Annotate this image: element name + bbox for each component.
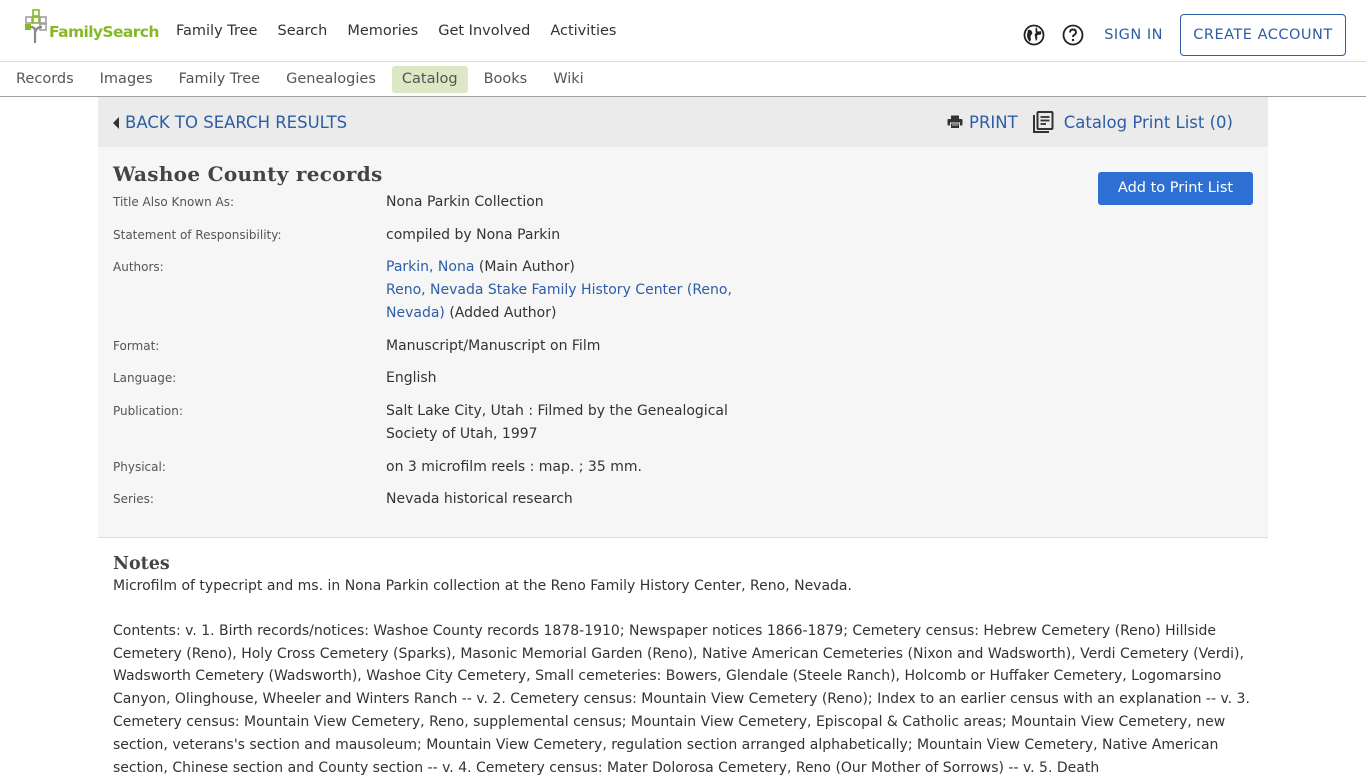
logo-text: FamilySearch (49, 23, 159, 41)
top-header: FamilySearch Family Tree Search Memories… (0, 0, 1366, 62)
print-link[interactable]: PRINT (947, 113, 1018, 132)
field-label: Physical: (113, 460, 166, 474)
subnav-images[interactable]: Images (90, 66, 163, 93)
print-label: PRINT (969, 112, 1018, 132)
field-label: Authors: (113, 260, 164, 274)
subnav-books[interactable]: Books (474, 66, 538, 93)
print-list-label: Catalog Print List (0) (1063, 112, 1233, 132)
field-value: Manuscript/Manuscript on Film (386, 338, 601, 354)
field-label: Statement of Responsibility: (113, 228, 282, 242)
notes-section: Notes Microfilm of typecript and ms. in … (98, 538, 1268, 779)
notes-paragraph: Microfilm of typecript and ms. in Nona P… (113, 578, 852, 594)
field-value: English (386, 370, 437, 386)
catalog-record: BACK TO SEARCH RESULTS PRINT Catalog Pri… (98, 97, 1268, 779)
subnav-catalog[interactable]: Catalog (391, 66, 468, 93)
nav-search[interactable]: Search (277, 23, 327, 39)
nav-memories[interactable]: Memories (347, 23, 418, 39)
field-label: Title Also Known As: (113, 195, 235, 209)
print-list-icon (1032, 111, 1054, 133)
add-to-print-list-button[interactable]: Add to Print List (1098, 172, 1253, 205)
field-label: Language: (113, 371, 177, 385)
nav-activities[interactable]: Activities (550, 23, 616, 39)
notes-contents: Contents: v. 1. Birth records/notices: W… (113, 622, 1250, 776)
field-label: Format: (113, 339, 160, 353)
familysearch-logo[interactable]: FamilySearch (24, 9, 159, 45)
subnav-family-tree[interactable]: Family Tree (169, 66, 270, 93)
help-circle-icon[interactable] (1061, 23, 1085, 47)
record-title: Washoe County records (113, 162, 383, 186)
field-value: Nona Parkin Collection (386, 194, 544, 210)
caret-left-icon (113, 116, 119, 129)
nav-family-tree[interactable]: Family Tree (176, 23, 257, 39)
subnav-wiki[interactable]: Wiki (543, 66, 593, 93)
field-value: on 3 microfilm reels : map. ; 35 mm. (386, 459, 642, 475)
author-link[interactable]: Parkin, Nona (386, 259, 474, 275)
catalog-print-list-link[interactable]: Catalog Print List (0) (1032, 111, 1233, 133)
record-toolbar: BACK TO SEARCH RESULTS PRINT Catalog Pri… (98, 97, 1268, 147)
globe-icon[interactable] (1022, 23, 1046, 47)
author-role: (Main Author) (474, 259, 575, 275)
field-label: Series: (113, 492, 154, 506)
search-subnav: Records Images Family Tree Genealogies C… (0, 62, 1366, 97)
printer-icon (947, 115, 963, 129)
create-account-button[interactable]: CREATE ACCOUNT (1180, 14, 1346, 56)
field-value: Salt Lake City, Utah : Filmed by the Gen… (386, 403, 728, 442)
field-label: Publication: (113, 404, 183, 418)
author-role: (Added Author) (444, 305, 557, 321)
subnav-records[interactable]: Records (6, 66, 84, 93)
account-nav: SIGN IN CREATE ACCOUNT (1022, 14, 1346, 56)
field-value: compiled by Nona Parkin (386, 227, 561, 243)
back-to-search-results-link[interactable]: BACK TO SEARCH RESULTS (113, 113, 347, 132)
subnav-genealogies[interactable]: Genealogies (276, 66, 386, 93)
record-details: Washoe County records Add to Print List … (98, 147, 1268, 538)
authors-list: Parkin, Nona (Main Author) Reno, Nevada … (386, 256, 746, 325)
notes-title: Notes (113, 554, 170, 574)
author-link[interactable]: Reno, Nevada Stake Family History Center… (386, 282, 732, 321)
back-label: BACK TO SEARCH RESULTS (125, 113, 348, 132)
sign-in-link[interactable]: SIGN IN (1104, 27, 1163, 43)
field-value: Nevada historical research (386, 491, 573, 507)
main-nav: Family Tree Search Memories Get Involved… (176, 23, 636, 39)
nav-get-involved[interactable]: Get Involved (438, 23, 530, 39)
